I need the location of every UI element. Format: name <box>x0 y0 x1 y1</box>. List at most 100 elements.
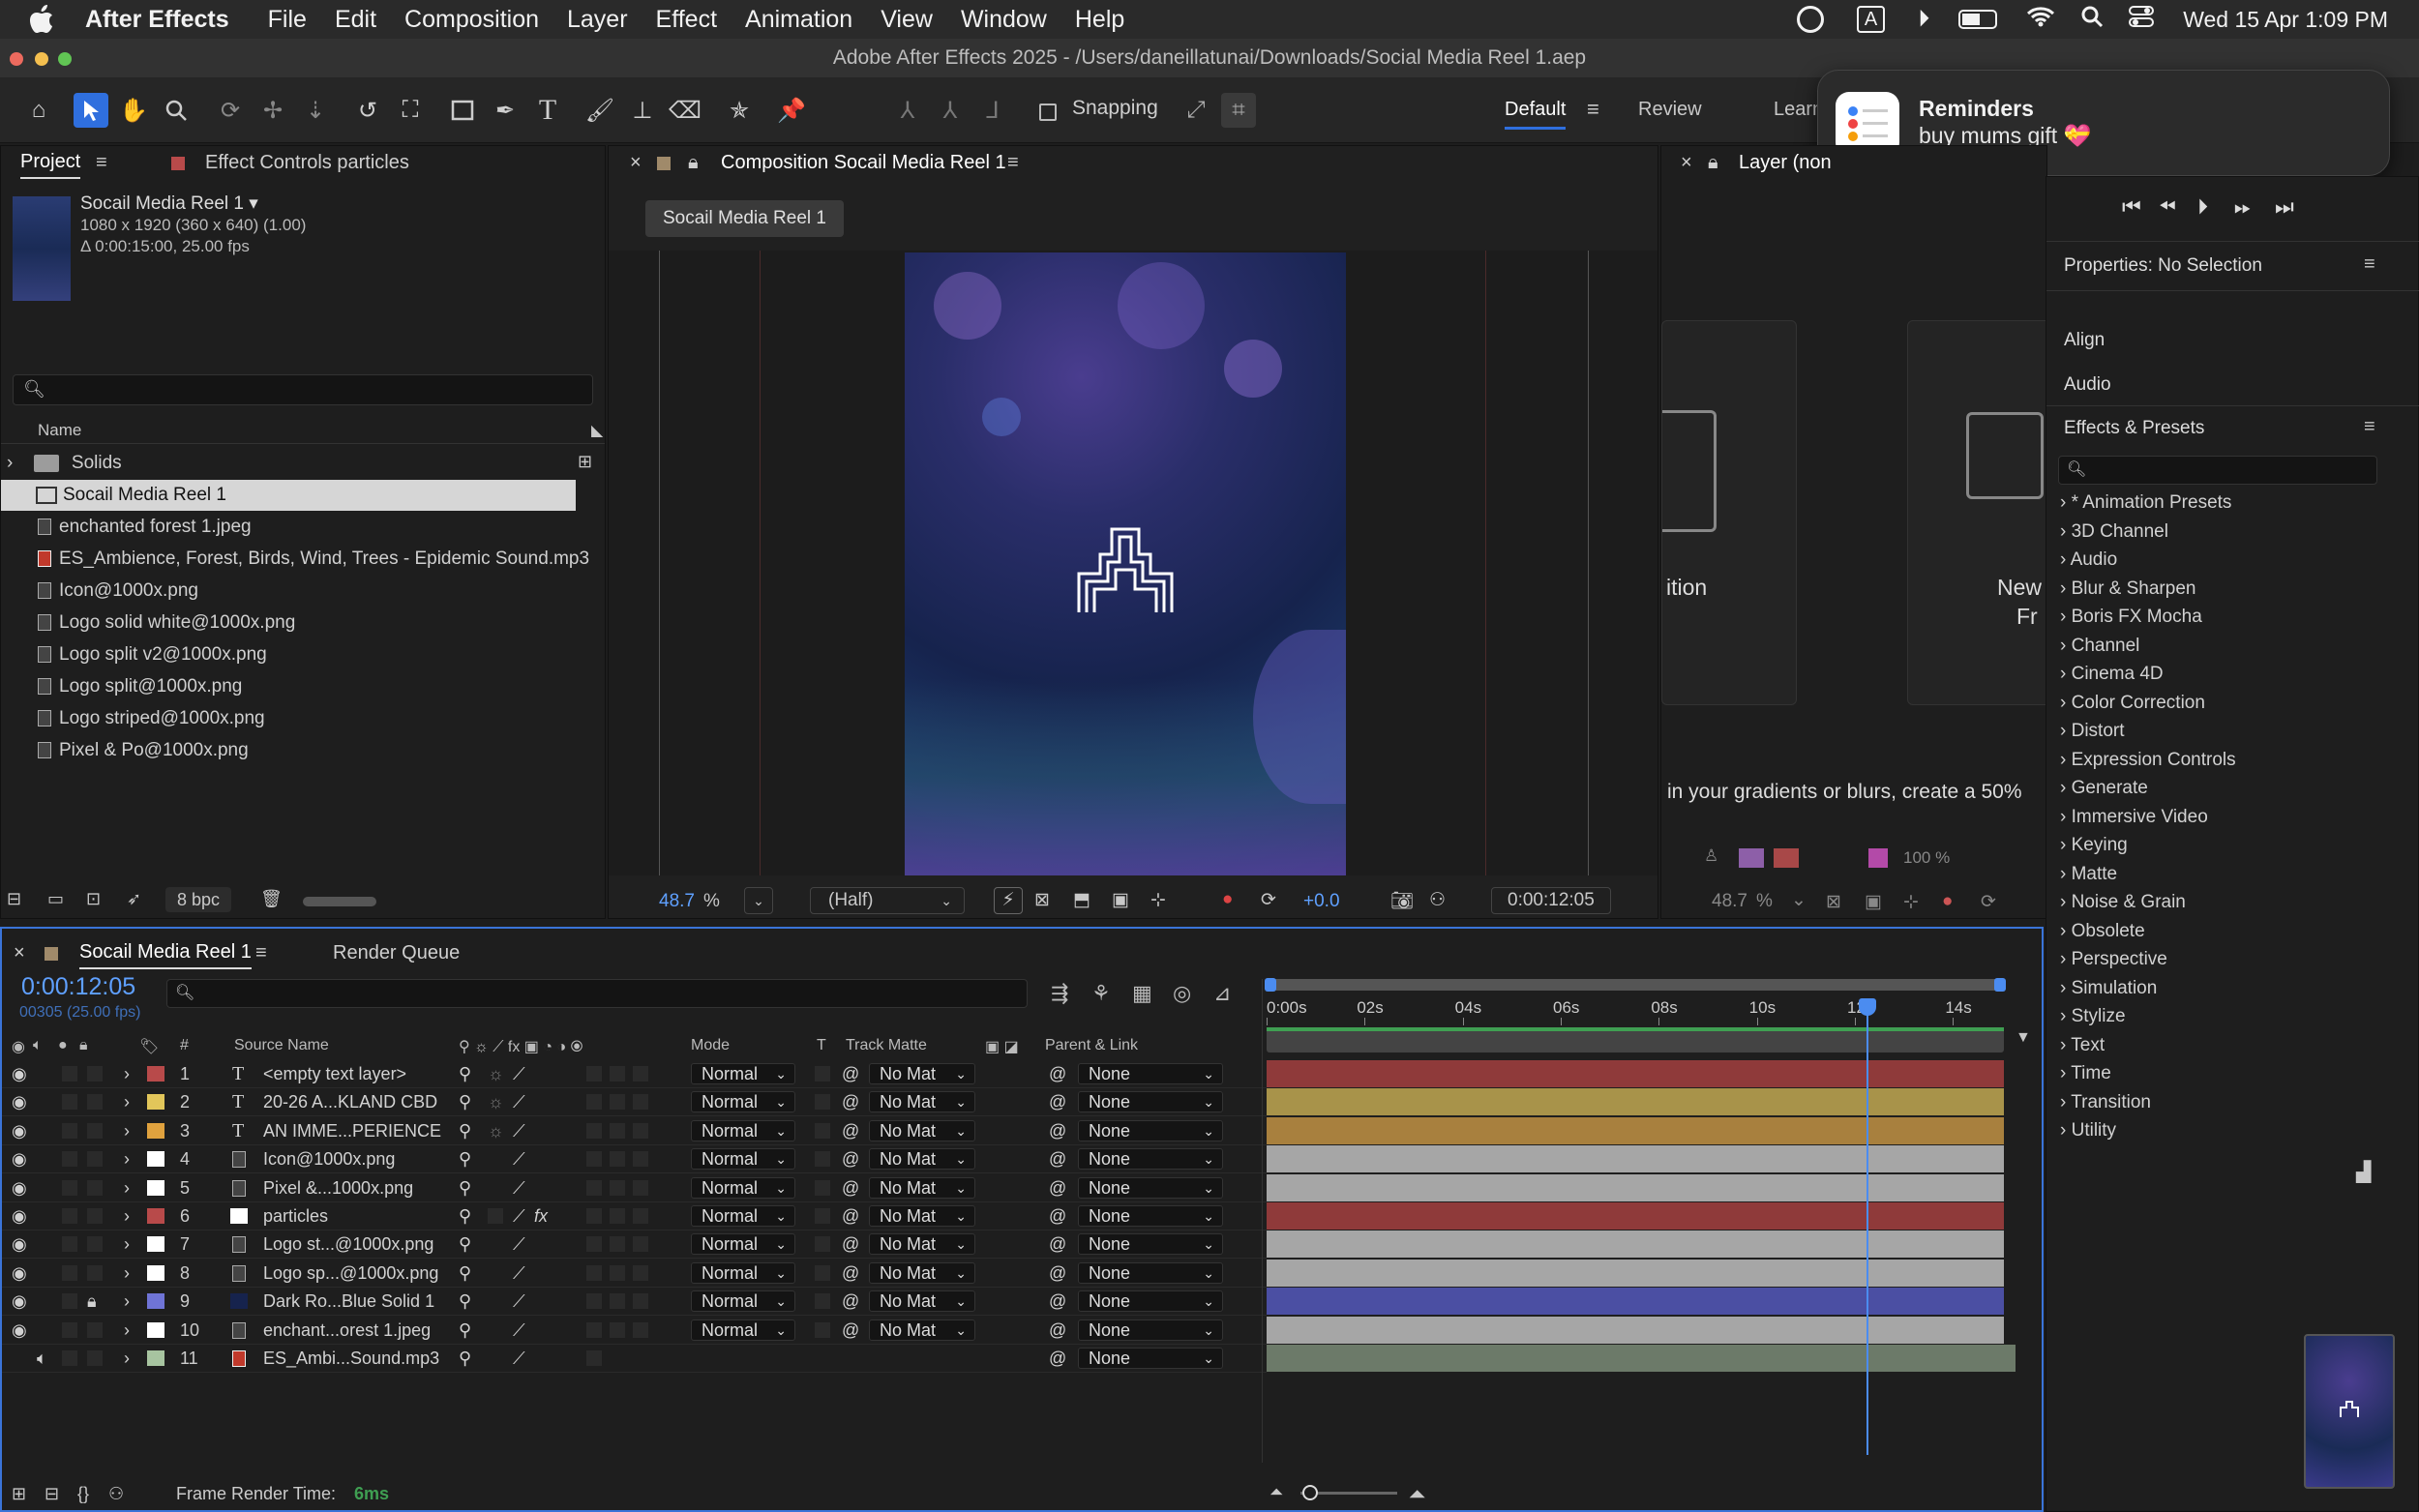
blend-mode-dropdown[interactable]: Normal ⌄ <box>691 1091 795 1112</box>
grid-guides-icon[interactable]: ⊹ <box>1150 889 1166 911</box>
switch-box[interactable] <box>586 1236 602 1252</box>
blend-mode-dropdown[interactable]: Normal ⌄ <box>691 1177 795 1199</box>
view-axis-icon[interactable]: ⅃ <box>975 93 1010 128</box>
project-item-comp[interactable]: Socail Media Reel 1 <box>1 480 576 511</box>
solo-box[interactable] <box>62 1322 77 1338</box>
video-switch-header-icon[interactable]: ◉ <box>12 1037 25 1056</box>
parent-dropdown[interactable]: None ⌄ <box>1078 1233 1223 1255</box>
parent-dropdown[interactable]: None ⌄ <box>1078 1262 1223 1284</box>
layer-duration-bar[interactable] <box>1267 1260 2004 1288</box>
shy-switch-icon[interactable]: ⚲ <box>459 1230 471 1258</box>
project-item-image[interactable]: enchanted forest 1.jpeg <box>1 512 252 543</box>
layer-label-color[interactable] <box>147 1151 164 1167</box>
in-out-toggle-icon[interactable]: {} <box>77 1484 89 1504</box>
effect-category[interactable]: › Distort <box>2060 721 2125 742</box>
label-header-icon[interactable]: 🏷︎ <box>139 1037 159 1056</box>
layer-source-name[interactable]: Dark Ro...Blue Solid 1 <box>263 1288 434 1315</box>
effect-category[interactable]: › Matte <box>2060 864 2117 885</box>
preserve-transparency-box[interactable] <box>815 1293 830 1309</box>
selection-tool-icon[interactable] <box>74 93 108 128</box>
menu-window[interactable]: Window <box>961 6 1047 34</box>
workspace-review[interactable]: Review <box>1638 99 1702 121</box>
lock-icon[interactable]: 🔒︎ <box>1708 146 1718 179</box>
snapping-checkbox[interactable] <box>1039 104 1057 121</box>
world-axis-icon[interactable]: ⅄ <box>933 93 968 128</box>
timeline-layer-row[interactable]: ◉ › 3 T AN IMME...PERIENCE ⚲ ☼ ⟋ Normal ⌄ @ No Mat ⌄… <box>2 1117 1269 1145</box>
blend-mode-dropdown[interactable]: Normal ⌄ <box>691 1120 795 1141</box>
solo-box[interactable] <box>62 1236 77 1252</box>
layer-switches-toggle-icon[interactable]: ⊞ <box>12 1484 26 1504</box>
video-eye-icon[interactable]: ◉ <box>12 1288 27 1315</box>
switch-box[interactable] <box>586 1123 602 1139</box>
dolly-camera-icon[interactable]: ⇣ <box>298 93 333 128</box>
close-window-button[interactable] <box>10 52 23 66</box>
blend-mode-dropdown[interactable]: Normal ⌄ <box>691 1063 795 1084</box>
frame-blending-icon[interactable]: ▦ <box>1132 981 1152 1006</box>
zoom-out-icon[interactable]: ⏶ <box>1269 1482 1283 1502</box>
quality-switch-icon[interactable]: ⟋ <box>513 1174 525 1201</box>
audio-panel-header[interactable]: Audio <box>2064 374 2111 396</box>
layer-duration-bar[interactable] <box>1267 1145 2004 1173</box>
audio-speaker-icon[interactable]: 🔈︎ <box>37 1345 47 1372</box>
layer-source-name[interactable]: Logo st...@1000x.png <box>263 1230 433 1258</box>
minimize-window-button[interactable] <box>35 52 48 66</box>
track-matte-pickwhip-icon[interactable]: @ <box>842 1174 859 1201</box>
video-eye-icon[interactable]: ◉ <box>12 1088 27 1115</box>
input-source-icon[interactable]: A <box>1856 6 1886 33</box>
parent-pickwhip-icon[interactable]: @ <box>1049 1117 1066 1144</box>
track-matte-dropdown[interactable]: No Mat ⌄ <box>869 1233 975 1255</box>
lock-box[interactable] <box>87 1236 103 1252</box>
layer-duration-bar[interactable] <box>1267 1345 2016 1373</box>
puppet-icon[interactable]: ♙ <box>1704 846 1718 866</box>
switch-box[interactable] <box>633 1265 648 1281</box>
roto-brush-tool-icon[interactable]: ✯ <box>722 93 757 128</box>
playhead[interactable] <box>1858 998 1876 1455</box>
playhead-handle[interactable] <box>1858 998 1876 1016</box>
lock-box[interactable] <box>87 1350 103 1366</box>
project-comp-name[interactable]: Socail Media Reel 1 ▾ <box>80 193 258 215</box>
effects-search-input[interactable]: 🔍︎ <box>2058 456 2377 485</box>
anchor-point-tool-icon[interactable]: ⛶ <box>393 93 428 128</box>
blend-mode-dropdown[interactable]: Normal ⌄ <box>691 1319 795 1341</box>
home-icon[interactable]: ⌂ <box>21 93 56 128</box>
project-search-input[interactable]: 🔍︎ <box>13 374 593 405</box>
video-eye-icon[interactable]: ◉ <box>12 1145 27 1172</box>
layer-label-color[interactable] <box>147 1208 164 1224</box>
layer-source-name[interactable]: ES_Ambi...Sound.mp3 <box>263 1345 439 1372</box>
layer-duration-bar[interactable] <box>1267 1317 2004 1345</box>
track-matte-pickwhip-icon[interactable]: @ <box>842 1088 859 1115</box>
project-item-image[interactable]: Logo solid white@1000x.png <box>1 608 295 638</box>
track-matte-dropdown[interactable]: No Mat ⌄ <box>869 1148 975 1170</box>
layer-duration-bar[interactable] <box>1267 1202 2004 1230</box>
bpc-button[interactable]: 8 bpc <box>165 887 232 912</box>
type-tool-icon[interactable]: T <box>530 93 565 128</box>
parent-dropdown[interactable]: None ⌄ <box>1078 1063 1223 1084</box>
menu-edit[interactable]: Edit <box>335 6 376 34</box>
parent-pickwhip-icon[interactable]: @ <box>1049 1145 1066 1172</box>
source-name-column-header[interactable]: Source Name <box>234 1037 329 1054</box>
parent-pickwhip-icon[interactable]: @ <box>1049 1202 1066 1230</box>
quality-switch-icon[interactable]: ⟋ <box>513 1317 525 1344</box>
preserve-transparency-box[interactable] <box>815 1151 830 1167</box>
preserve-transparency-box[interactable] <box>815 1208 830 1224</box>
close-comp-tab-icon[interactable]: × <box>630 146 642 179</box>
reset-exposure-icon[interactable]: ⟳ <box>1261 889 1276 911</box>
switch-box[interactable] <box>610 1180 625 1196</box>
magnification-value[interactable]: 48.7 <box>659 891 695 912</box>
expand-arrow-icon[interactable]: › <box>124 1088 130 1115</box>
last-frame-icon[interactable]: ⏭ <box>2275 194 2294 220</box>
layer-source-name[interactable]: 20-26 A...KLAND CBD <box>263 1088 437 1115</box>
shy-switch-icon[interactable]: ⚲ <box>459 1174 471 1201</box>
parent-pickwhip-icon[interactable]: @ <box>1049 1260 1066 1287</box>
switch-box[interactable] <box>610 1123 625 1139</box>
lock-icon[interactable]: 🔒︎ <box>688 146 699 179</box>
effect-category[interactable]: › Blur & Sharpen <box>2060 578 2195 600</box>
exposure-value[interactable]: +0.0 <box>1303 891 1340 912</box>
solo-switch-header-icon[interactable]: ● <box>58 1037 68 1054</box>
render-time-toggle-icon[interactable]: ⚇ <box>108 1484 124 1504</box>
composition-canvas[interactable] <box>905 252 1346 875</box>
track-matte-dropdown[interactable]: No Mat ⌄ <box>869 1120 975 1141</box>
close-timeline-tab-icon[interactable]: × <box>14 936 25 969</box>
quality-switch-icon[interactable]: ⟋ <box>513 1260 525 1287</box>
track-matte-pickwhip-icon[interactable]: @ <box>842 1317 859 1344</box>
